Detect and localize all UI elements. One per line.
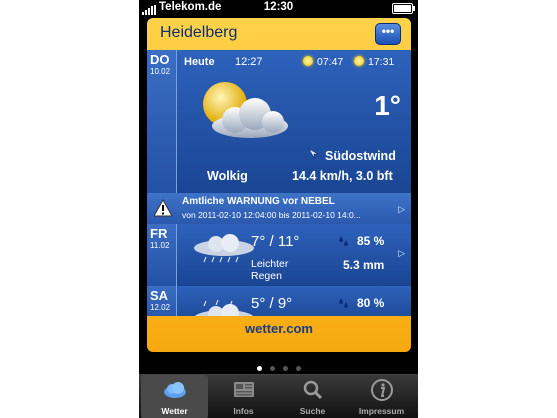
day-name: SA [150,288,169,303]
wind-speed: 14.4 km/h, 3.0 bft [292,169,393,183]
day-column: DO 10.02 [147,50,177,193]
light-rain-cloud-icon [194,234,254,263]
info-icon [371,379,393,401]
update-time: 12:27 [235,56,263,68]
warning-triangle-icon [153,199,173,217]
sunset-time: 17:31 [368,56,395,68]
wind-direction: Südostwind [325,149,396,163]
tab-impressum[interactable]: Impressum [348,375,415,418]
tab-label: Wetter [161,406,188,416]
tab-bar: Wetter Infos Suche Impressum [139,374,418,418]
today-row[interactable]: DO 10.02 Heute 12:27 07:47 17:31 1° Südo… [147,50,411,194]
sunrise-icon [303,56,313,66]
tab-infos[interactable]: Infos [210,375,277,418]
day-column: SA 12.02 [147,286,177,316]
weather-warning[interactable]: Amtliche WARNUNG vor NEBEL von 2011-02-1… [147,193,411,225]
forecast-description-line: Regen [251,270,282,282]
today-label: Heute [184,56,215,68]
search-icon [303,380,323,400]
page-dot[interactable] [295,366,301,371]
forecast-row[interactable]: FR 11.02 7° / 11° Leichter Regen 85 % 5.… [147,224,411,287]
current-temperature: 1° [374,90,401,121]
warning-title: Amtliche WARNUNG vor NEBEL [182,196,335,207]
day-date: 11.02 [150,241,170,250]
wind-direction-icon [308,148,319,159]
page-dot[interactable] [256,366,262,371]
page-dot[interactable] [269,366,275,371]
brand-link[interactable]: wetter.com [147,321,411,336]
status-bar: Telekom.de 12:30 [139,0,418,16]
chevron-right-icon: ▷ [398,248,405,258]
tab-label: Impressum [358,406,405,416]
chevron-right-icon: ▷ [398,204,405,214]
tab-suche[interactable]: Suche [279,375,346,418]
tab-label: Infos [233,406,254,416]
precipitation-probability: 85 % [357,234,385,248]
sunset-icon [354,56,364,66]
day-column: FR 11.02 [147,224,177,286]
rain-drops-icon [339,298,348,308]
weather-cloud-icon [164,382,186,398]
menu-button[interactable]: ••• [375,23,401,45]
day-date: 10.02 [150,67,171,76]
city-title: Heidelberg [160,24,238,41]
tab-label: Suche [299,406,326,416]
forecast-description-line: Leichter [251,258,289,270]
page-dot[interactable] [282,366,288,371]
rain-drops-icon [339,236,348,246]
weather-card: Heidelberg ••• DO 10.02 Heute 12:27 07:4… [147,18,411,352]
tab-wetter[interactable]: Wetter [141,375,208,418]
page-indicator[interactable] [139,358,418,371]
phone-screen: Telekom.de 12:30 Heidelberg ••• DO 10.02… [139,0,418,418]
day-name: DO [150,52,170,67]
forecast-panel: DO 10.02 Heute 12:27 07:47 17:31 1° Südo… [147,50,411,316]
forecast-temperature: 5° / 9° [251,295,293,312]
forecast-row[interactable]: SA 12.02 5° / 9° 80 % [147,286,411,316]
sun-behind-cloud-icon [203,82,288,138]
day-name: FR [150,226,168,241]
news-icon [234,382,254,397]
precipitation-probability: 80 % [357,296,385,310]
forecast-description: Leichter Regen [251,258,288,282]
battery-icon [392,3,415,14]
precipitation-amount: 5.3 mm [343,258,385,272]
rain-cloud-icon [194,299,254,316]
status-clock: 12:30 [263,1,294,13]
sunrise-time: 07:47 [317,56,344,68]
day-date: 12.02 [150,303,171,312]
condition-text: Wolkig [207,169,248,183]
warning-text: von 2011-02-10 12:04:00 bis 2011-02-10 1… [182,210,361,220]
forecast-temperature: 7° / 11° [251,233,300,250]
